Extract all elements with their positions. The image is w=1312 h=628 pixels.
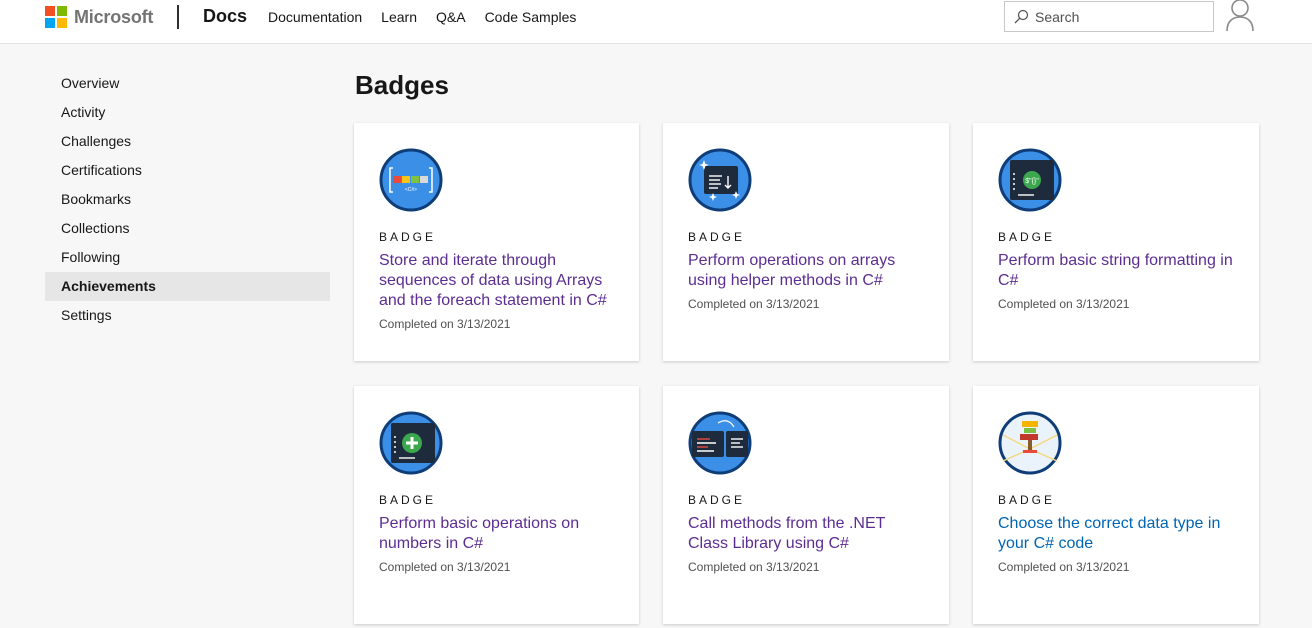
header-divider — [177, 5, 179, 29]
badge-title-link[interactable]: Call methods from the .NET Class Library… — [688, 514, 928, 554]
badge-type-label: BADGE — [379, 230, 437, 244]
number-ops-badge-icon — [379, 411, 443, 475]
microsoft-squares-icon — [45, 6, 67, 28]
sidebar-item-bookmarks[interactable]: Bookmarks — [45, 185, 330, 214]
completion-date: Completed on 3/13/2021 — [998, 560, 1130, 574]
top-header: Microsoft Docs Documentation Learn Q&A C… — [0, 0, 1312, 44]
sidebar-item-activity[interactable]: Activity — [45, 98, 330, 127]
badge-card: <C#> BADGE Store and iterate through seq… — [354, 123, 639, 361]
badge-title-link[interactable]: Perform basic operations on numbers in C… — [379, 514, 619, 554]
completion-date: Completed on 3/13/2021 — [688, 560, 820, 574]
sidebar-item-settings[interactable]: Settings — [45, 301, 330, 330]
docs-home-link[interactable]: Docs — [203, 6, 247, 27]
badge-type-label: BADGE — [688, 230, 746, 244]
user-avatar-icon[interactable] — [1224, 0, 1256, 32]
class-library-badge-icon — [688, 411, 752, 475]
svg-text:$"{}": $"{}" — [1025, 178, 1039, 185]
nav-documentation[interactable]: Documentation — [268, 9, 362, 25]
completion-date: Completed on 3/13/2021 — [379, 317, 511, 331]
badge-card: BADGE Call methods from the .NET Class L… — [663, 386, 949, 624]
sidebar-item-following[interactable]: Following — [45, 243, 330, 272]
badge-title-link[interactable]: Perform operations on arrays using helpe… — [688, 251, 928, 291]
microsoft-logo[interactable]: Microsoft — [45, 6, 153, 28]
search-box[interactable] — [1004, 1, 1214, 32]
sidebar-item-achievements[interactable]: Achievements — [45, 272, 330, 301]
array-helper-badge-icon — [688, 148, 752, 212]
nav-learn[interactable]: Learn — [381, 9, 417, 25]
string-format-badge-icon: $"{}" — [998, 148, 1062, 212]
sidebar-item-challenges[interactable]: Challenges — [45, 127, 330, 156]
badge-title-link[interactable]: Choose the correct data type in your C# … — [998, 514, 1238, 554]
badge-title-link[interactable]: Store and iterate through sequences of d… — [379, 251, 619, 311]
sidebar-item-overview[interactable]: Overview — [45, 69, 330, 98]
badge-card: BADGE Choose the correct data type in yo… — [973, 386, 1259, 624]
sidebar-item-collections[interactable]: Collections — [45, 214, 330, 243]
badge-type-label: BADGE — [688, 493, 746, 507]
arrays-badge-icon: <C#> — [379, 148, 443, 212]
completion-date: Completed on 3/13/2021 — [998, 297, 1130, 311]
badge-type-label: BADGE — [998, 230, 1056, 244]
badge-grid: <C#> BADGE Store and iterate through seq… — [354, 123, 1259, 624]
search-icon — [1014, 9, 1029, 23]
completion-date: Completed on 3/13/2021 — [379, 560, 511, 574]
profile-sidebar: Overview Activity Challenges Certificati… — [45, 69, 330, 330]
search-input[interactable] — [1035, 8, 1205, 25]
svg-text:<C#>: <C#> — [405, 187, 417, 193]
microsoft-wordmark: Microsoft — [74, 6, 154, 27]
nav-qa[interactable]: Q&A — [436, 9, 466, 25]
badge-card: $"{}" BADGE Perform basic string formatt… — [973, 123, 1259, 361]
badge-card: BADGE Perform basic operations on number… — [354, 386, 639, 624]
nav-code-samples[interactable]: Code Samples — [485, 9, 577, 25]
badge-type-label: BADGE — [379, 493, 437, 507]
badge-title-link[interactable]: Perform basic string formatting in C# — [998, 251, 1238, 291]
top-nav: Documentation Learn Q&A Code Samples — [268, 9, 595, 25]
sidebar-item-certifications[interactable]: Certifications — [45, 156, 330, 185]
completion-date: Completed on 3/13/2021 — [688, 297, 820, 311]
badge-type-label: BADGE — [998, 493, 1056, 507]
page-title: Badges — [355, 70, 449, 100]
badge-card: BADGE Perform operations on arrays using… — [663, 123, 949, 361]
data-type-badge-icon — [998, 411, 1062, 475]
